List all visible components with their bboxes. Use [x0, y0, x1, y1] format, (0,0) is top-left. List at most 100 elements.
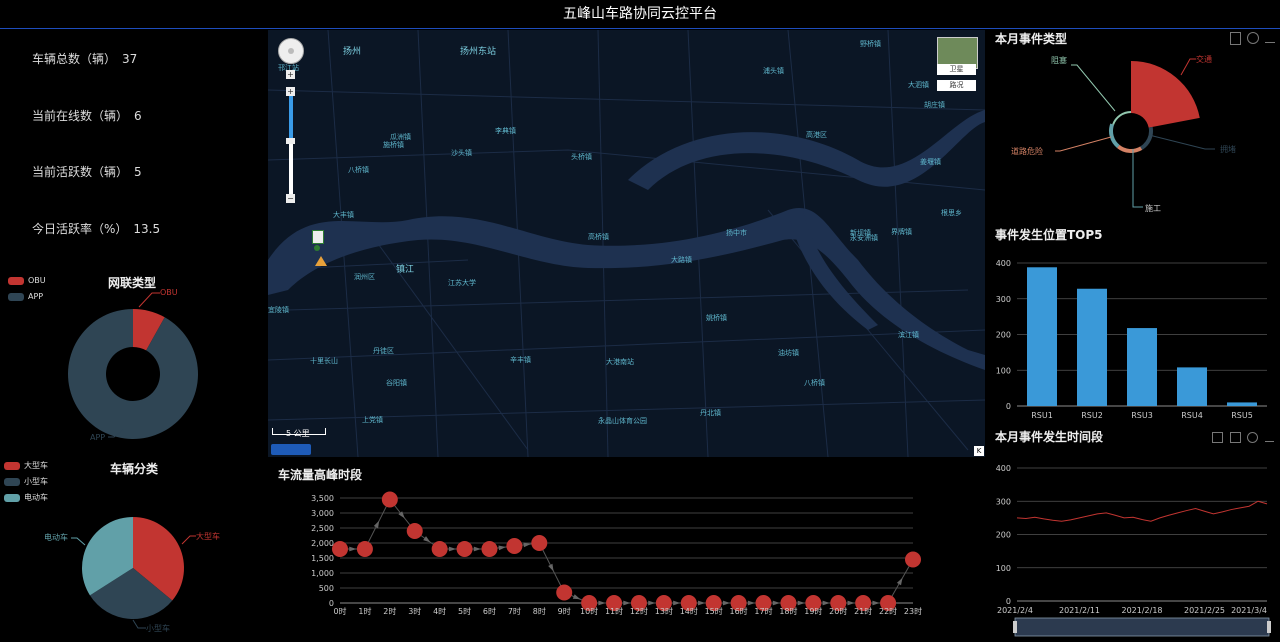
bar[interactable]: [1227, 402, 1257, 406]
data-point[interactable]: [506, 538, 523, 554]
flow-arrow-icon: [896, 577, 903, 586]
y-tick-label: 3,000: [311, 509, 334, 518]
datazoom-handle-left[interactable]: [1013, 621, 1017, 633]
map-pan-control[interactable]: [278, 38, 304, 64]
stat-value: 37: [122, 52, 138, 66]
construction-slice[interactable]: [1109, 123, 1120, 148]
y-tick-label: 400: [996, 464, 1011, 473]
data-point[interactable]: [556, 584, 573, 601]
map-place-label: 姜堰镇: [920, 158, 941, 166]
zoom-in-small-button[interactable]: +: [286, 70, 295, 79]
bar[interactable]: [1077, 288, 1107, 406]
zoom-in-button[interactable]: +: [286, 87, 295, 96]
y-tick-label: 1,500: [311, 554, 334, 563]
zoom-out-button[interactable]: −: [286, 194, 295, 203]
x-tick-label: 21时: [854, 606, 872, 616]
map-place-label: 辛丰镇: [510, 356, 531, 364]
zoom-slider-handle[interactable]: [286, 138, 295, 144]
other-callout-line: [1148, 134, 1215, 150]
jam-slice[interactable]: [1131, 61, 1200, 128]
flow-arrow-icon: [448, 546, 457, 552]
map-close-icon[interactable]: K: [974, 446, 984, 456]
block-callout-label: 阻塞: [1051, 55, 1067, 65]
map-view[interactable]: 扬州 扬州东站 邗江站 瓜洲镇 施桥镇 李典镇 沙头镇 头桥镇 高港区 八桥镇 大丰镇 高桥镇 扬中市大…: [268, 30, 985, 457]
x-tick-label: 2021/2/4: [997, 606, 1033, 615]
legend-obu[interactable]: OBU: [8, 276, 46, 285]
x-tick-label: 20时: [829, 606, 847, 616]
jam-callout-label: 交通: [1196, 54, 1212, 64]
map-place-label: 浦头镇: [763, 67, 784, 75]
data-point[interactable]: [481, 541, 498, 557]
bar[interactable]: [1027, 267, 1057, 406]
y-tick-label: 300: [996, 295, 1011, 304]
traffic-button[interactable]: 路况: [937, 80, 976, 91]
map-place-label: 八桥镇: [348, 166, 369, 174]
data-point[interactable]: [356, 541, 373, 557]
hazard-slice[interactable]: [1116, 144, 1143, 153]
stat-value: 5: [134, 165, 142, 179]
block-callout-line: [1071, 64, 1116, 112]
warning-marker-icon[interactable]: [315, 256, 327, 266]
event-series-line[interactable]: [1016, 500, 1268, 522]
construction-callout-line: [1132, 149, 1143, 208]
refresh-icon[interactable]: [1247, 32, 1259, 44]
data-point[interactable]: [431, 541, 448, 557]
bar[interactable]: [1127, 328, 1157, 406]
datazoom-handle-right[interactable]: [1267, 621, 1271, 633]
zoom-slider-track[interactable]: [289, 96, 293, 200]
vehicle-class-pie-chart: 大型车小型车 电动车: [44, 517, 220, 633]
x-tick-label: 2021/3/4: [1231, 606, 1267, 615]
flow-arrow-icon: [349, 546, 357, 552]
data-point[interactable]: [406, 523, 423, 539]
y-tick-label: 2,500: [311, 524, 334, 533]
map-place-label: 永晶山体育公园: [598, 417, 647, 425]
data-point[interactable]: [381, 491, 398, 508]
network-type-donut-chart: OBU APP: [68, 288, 198, 442]
zoom-slider-fill: [289, 96, 293, 138]
map-place-label: 大泗镇: [908, 81, 929, 89]
x-tick-label: RSU1: [1031, 411, 1053, 420]
legend-small[interactable]: 小型车: [4, 476, 48, 487]
data-point[interactable]: [332, 541, 348, 557]
download-icon[interactable]: [1265, 432, 1274, 442]
download-icon[interactable]: [1265, 32, 1275, 43]
block-slice[interactable]: [1140, 126, 1153, 150]
app-slice[interactable]: [68, 309, 198, 439]
y-tick-label: 100: [996, 366, 1011, 375]
x-tick-label: 19时: [804, 606, 822, 616]
map-place-label: 高桥镇: [588, 233, 609, 241]
map-place-label: 胡庄镇: [924, 101, 945, 109]
datazoom-slider[interactable]: [1014, 617, 1270, 637]
app-header: 五峰山车路协同云控平台: [0, 0, 1280, 29]
zoom-area-icon[interactable]: [1212, 432, 1223, 443]
x-tick-label: 2时: [383, 606, 396, 616]
y-tick-label: 0: [1006, 597, 1011, 606]
document-icon[interactable]: [1230, 32, 1241, 45]
traffic-peak-line-chart: 05001,0001,5002,0002,5003,0003,5000时 1时 2时…: [311, 491, 922, 616]
flow-arrow-icon: [648, 600, 656, 606]
x-tick-label: 17时: [754, 606, 772, 616]
data-point[interactable]: [905, 551, 921, 568]
map-canvas: [268, 30, 985, 457]
obu-callout-label: OBU: [160, 288, 178, 297]
zoom-reset-icon[interactable]: [1230, 432, 1241, 443]
legend-large[interactable]: 大型车: [4, 460, 48, 471]
x-tick-label: 23时: [904, 606, 922, 616]
bar[interactable]: [1177, 367, 1207, 406]
x-tick-label: RSU5: [1231, 411, 1253, 420]
other-slice[interactable]: [1112, 111, 1131, 125]
jam-callout-line: [1180, 58, 1196, 76]
data-point[interactable]: [456, 541, 473, 557]
y-tick-label: 200: [996, 531, 1011, 540]
x-tick-label: 2021/2/25: [1184, 606, 1225, 615]
page-title: 五峰山车路协同云控平台: [563, 6, 717, 22]
refresh-icon[interactable]: [1247, 432, 1258, 443]
map-place-label: 界牌镇: [891, 228, 912, 236]
map-place-label: 大路镇: [671, 256, 692, 264]
station-marker-icon[interactable]: [312, 230, 324, 244]
y-tick-label: 500: [319, 584, 334, 593]
satellite-button[interactable]: 卫星: [937, 64, 976, 75]
flow-arrow-icon: [548, 563, 554, 572]
stat-online-vehicles: 当前在线数（辆） 6: [32, 109, 142, 123]
data-point[interactable]: [531, 535, 548, 551]
